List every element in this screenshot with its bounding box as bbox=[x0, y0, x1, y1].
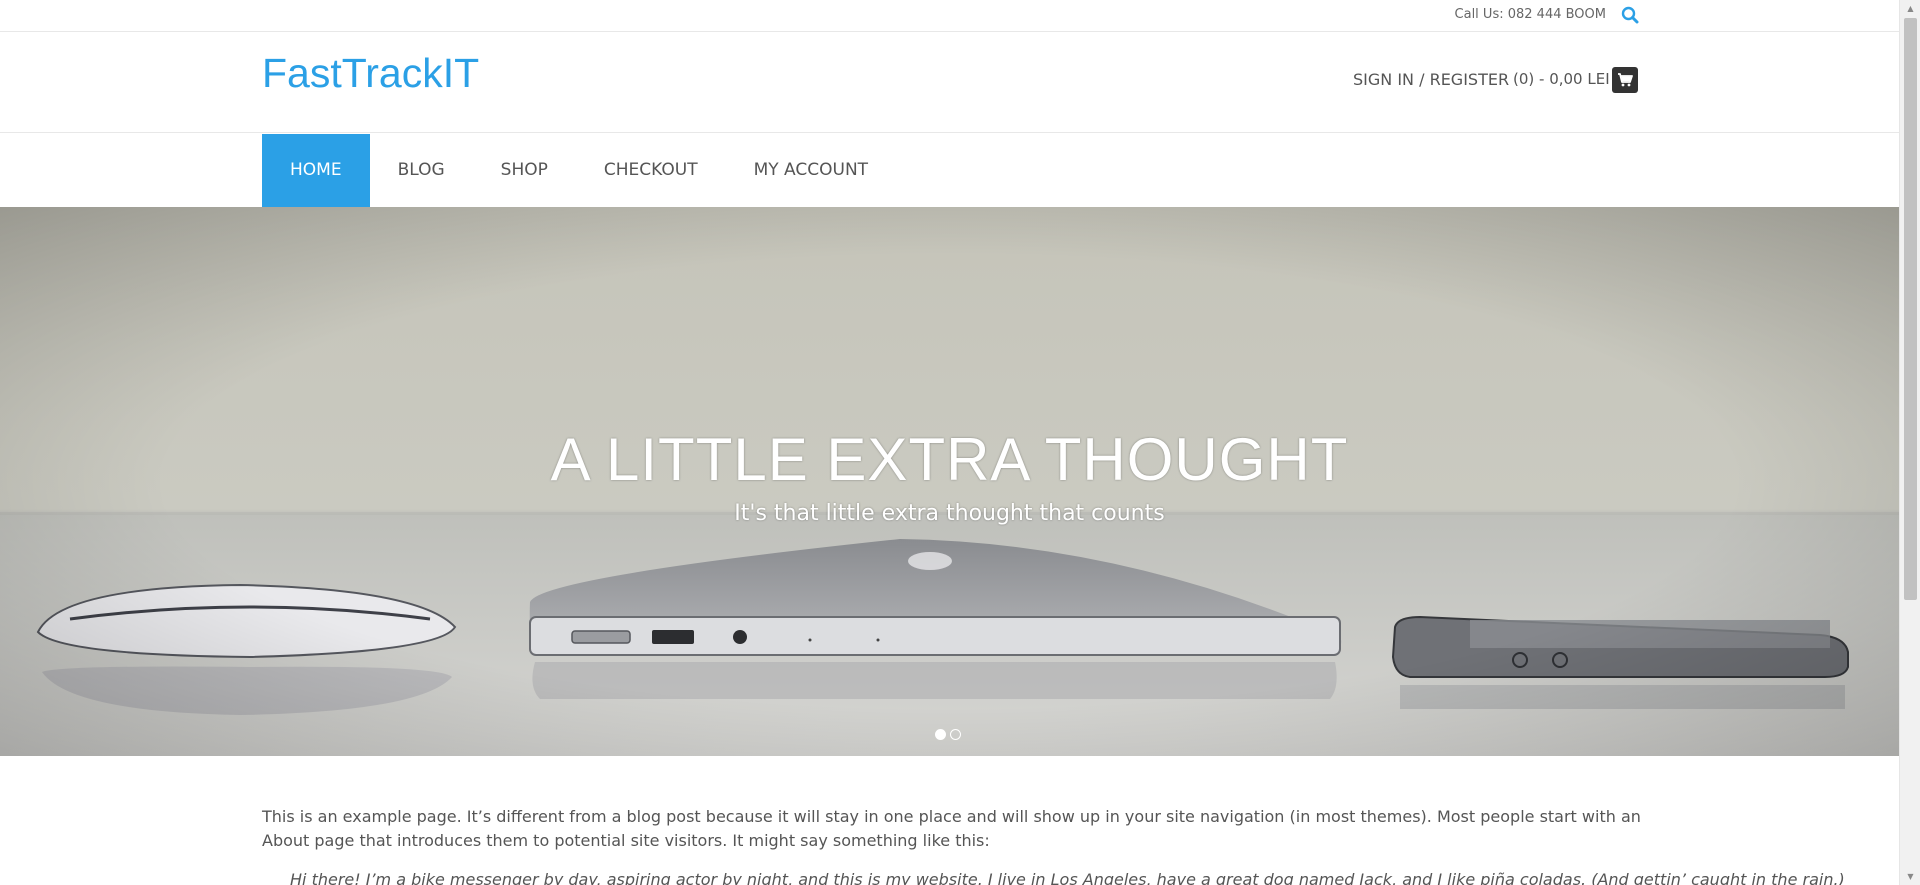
hero-title: A LITTLE EXTRA THOUGHT bbox=[550, 426, 1349, 493]
slider-dot-1[interactable] bbox=[935, 729, 946, 740]
site-logo[interactable]: FastTrackIT bbox=[262, 50, 479, 97]
hero-slider[interactable]: A LITTLE EXTRA THOUGHT It's that little … bbox=[0, 207, 1899, 756]
scroll-thumb[interactable] bbox=[1904, 18, 1917, 600]
sign-in-register-link[interactable]: SIGN IN / REGISTER bbox=[1353, 70, 1509, 89]
top-bar: Call Us: 082 444 BOOM bbox=[0, 0, 1899, 32]
hero-subtitle: It's that little extra thought that coun… bbox=[734, 501, 1165, 526]
cart-button[interactable] bbox=[1612, 67, 1638, 93]
site-header: FastTrackIT SIGN IN / REGISTER (0) - 0,0… bbox=[0, 32, 1899, 133]
main-nav: HOME BLOG SHOP CHECKOUT MY ACCOUNT bbox=[262, 134, 896, 207]
nav-item-my-account[interactable]: MY ACCOUNT bbox=[726, 134, 896, 207]
nav-item-home[interactable]: HOME bbox=[262, 134, 370, 207]
page-content: This is an example page. It’s different … bbox=[262, 805, 1642, 853]
call-us-text: Call Us: 082 444 BOOM bbox=[1454, 7, 1606, 22]
nav-item-shop[interactable]: SHOP bbox=[473, 134, 576, 207]
nav-item-checkout[interactable]: CHECKOUT bbox=[576, 134, 726, 207]
slider-dots bbox=[935, 729, 961, 740]
example-quote: Hi there! I’m a bike messenger by day, a… bbox=[290, 870, 1845, 885]
page-scrollbar[interactable]: ▲ ▼ bbox=[1899, 0, 1920, 885]
nav-item-blog[interactable]: BLOG bbox=[370, 134, 473, 207]
cart-total[interactable]: (0) - 0,00 LEI bbox=[1513, 70, 1610, 88]
cart-icon bbox=[1618, 73, 1633, 87]
slider-dot-2[interactable] bbox=[950, 729, 961, 740]
scroll-down-arrow-icon[interactable]: ▼ bbox=[1905, 871, 1916, 882]
page: Call Us: 082 444 BOOM FastTrackIT SIGN I… bbox=[0, 0, 1920, 885]
scroll-up-arrow-icon[interactable]: ▲ bbox=[1905, 3, 1916, 14]
intro-paragraph: This is an example page. It’s different … bbox=[262, 807, 1641, 850]
search-icon[interactable] bbox=[1621, 6, 1639, 24]
